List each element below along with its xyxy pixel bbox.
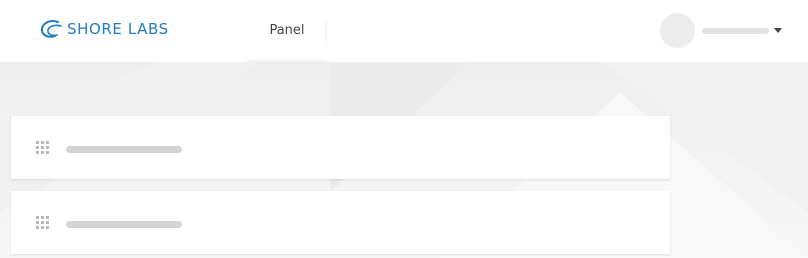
nav-divider: [326, 20, 327, 42]
brand-name: SHORE LABS: [67, 20, 169, 38]
brand-logo[interactable]: SHORE LABS: [39, 17, 169, 41]
user-name-placeholder: [702, 28, 769, 34]
list-card[interactable]: [11, 116, 670, 179]
top-header: SHORE LABS Panel: [0, 0, 808, 62]
drag-handle-icon[interactable]: [36, 141, 50, 155]
nav-tab-label: Panel: [269, 22, 305, 38]
caret-down-icon[interactable]: [774, 28, 782, 33]
user-menu[interactable]: [660, 13, 784, 49]
drag-handle-icon[interactable]: [36, 216, 50, 230]
nav-tab-panel[interactable]: Panel: [247, 0, 327, 62]
avatar[interactable]: [660, 13, 695, 48]
card-title-placeholder: [66, 146, 182, 153]
card-title-placeholder: [66, 221, 182, 228]
list-card[interactable]: [11, 191, 670, 254]
wave-logo-icon: [40, 20, 62, 38]
